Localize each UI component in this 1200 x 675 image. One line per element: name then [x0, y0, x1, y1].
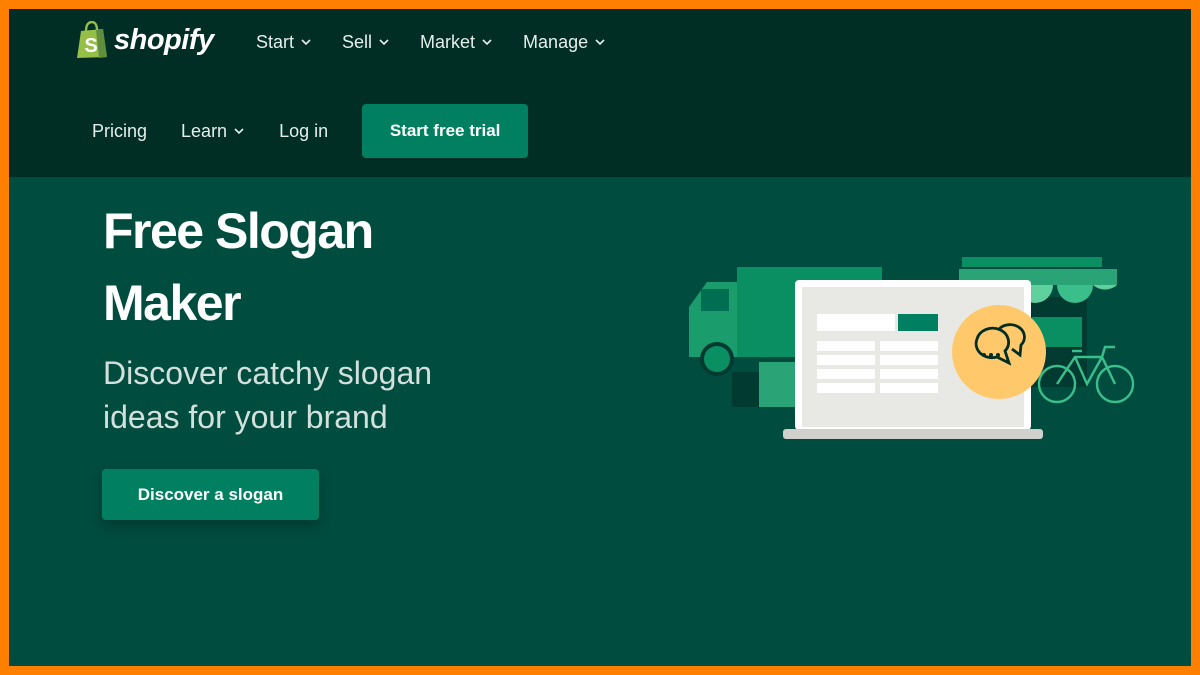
nav-pricing-label: Pricing: [92, 120, 148, 141]
chevron-down-icon: [234, 128, 244, 135]
start-free-trial-button[interactable]: Start free trial: [362, 104, 529, 158]
hero-title: Free Slogan Maker: [103, 195, 523, 339]
nav-market[interactable]: Market: [420, 32, 493, 53]
hero-title-line2: Maker: [103, 275, 242, 331]
hero-subtitle-line1: Discover catchy slogan: [103, 355, 433, 391]
discover-slogan-button[interactable]: Discover a slogan: [102, 469, 319, 520]
shopify-logo[interactable]: S shopify: [75, 21, 214, 59]
shopping-bag-icon: S: [77, 21, 107, 58]
nav-sell-label: Sell: [342, 31, 373, 52]
nav-login[interactable]: Log in: [279, 121, 328, 142]
chevron-down-icon: [482, 39, 492, 46]
nav-learn-label: Learn: [181, 120, 228, 141]
nav-start-label: Start: [256, 31, 295, 52]
hero-subtitle: Discover catchy slogan ideas for your br…: [103, 351, 523, 439]
page-frame: S shopify Start Sell Market Manage Prici…: [9, 9, 1191, 666]
chevron-down-icon: [595, 39, 605, 46]
hero-title-line1: Free Slogan: [103, 203, 374, 259]
nav-market-label: Market: [420, 31, 476, 52]
hero-subtitle-line2: ideas for your brand: [103, 399, 388, 435]
primary-nav: Start Sell Market Manage: [256, 29, 606, 55]
brand-name: shopify: [114, 23, 214, 56]
chat-bubble-icon: [952, 305, 1046, 399]
hero-illustration: [689, 257, 1135, 439]
svg-text:S: S: [84, 35, 97, 57]
nav-manage[interactable]: Manage: [523, 32, 606, 53]
nav-pricing[interactable]: Pricing: [92, 121, 147, 142]
chevron-down-icon: [301, 39, 311, 46]
nav-login-label: Log in: [279, 120, 329, 141]
nav-manage-label: Manage: [523, 31, 589, 52]
secondary-nav: Pricing Learn Log in Start free trial: [92, 104, 529, 158]
chevron-down-icon: [379, 39, 389, 46]
nav-learn[interactable]: Learn: [181, 121, 245, 142]
nav-sell[interactable]: Sell: [342, 32, 390, 53]
site-header: S shopify Start Sell Market Manage Prici…: [9, 9, 1191, 177]
nav-start[interactable]: Start: [256, 32, 312, 53]
